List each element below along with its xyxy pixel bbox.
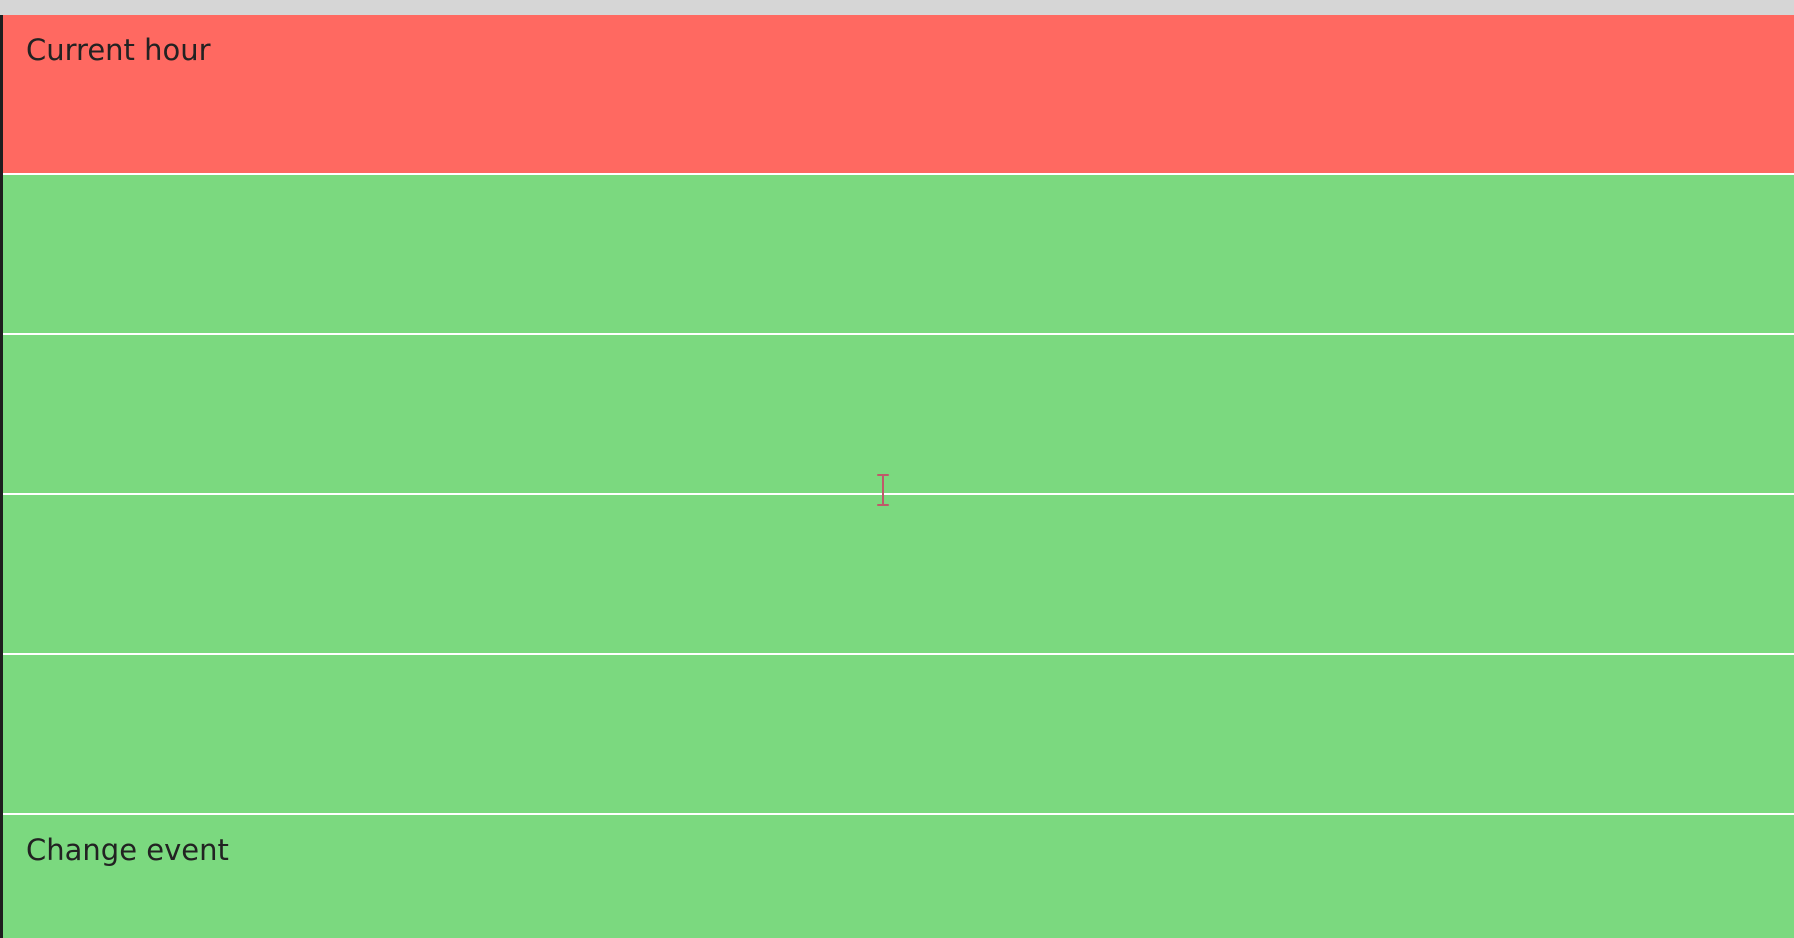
event-text[interactable]: Change event <box>26 833 229 867</box>
time-block-row[interactable]: Change event <box>3 815 1794 938</box>
time-block-row[interactable] <box>3 335 1794 495</box>
time-block-row[interactable] <box>3 175 1794 335</box>
time-block-row[interactable]: Current hour <box>3 15 1794 175</box>
event-text[interactable]: Current hour <box>26 33 211 67</box>
text-cursor-icon <box>877 474 889 506</box>
day-scheduler: Current hour Change event <box>0 0 1794 938</box>
time-block-row[interactable] <box>3 655 1794 815</box>
time-block-row[interactable] <box>3 495 1794 655</box>
top-bar <box>0 0 1794 15</box>
